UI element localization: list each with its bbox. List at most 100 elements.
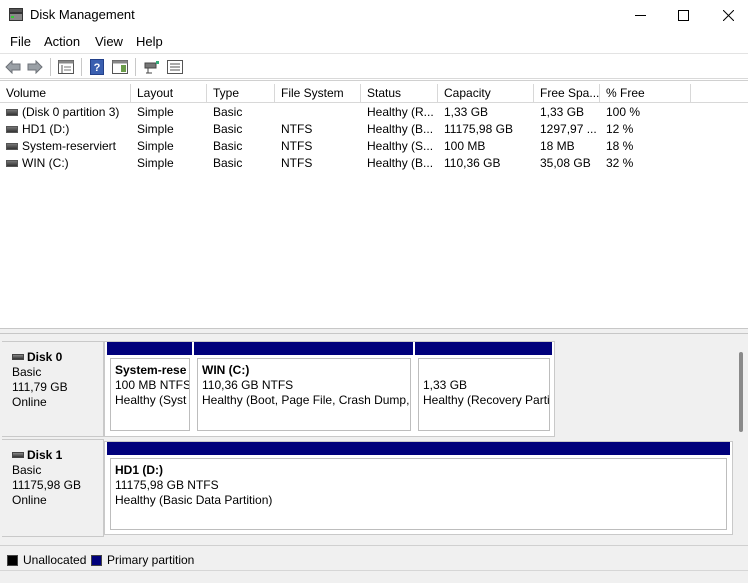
cell-type: Basic [213, 105, 243, 119]
cell-percent-free: 12 % [606, 122, 634, 136]
partition-title: HD1 (D:) [115, 463, 163, 477]
partition-title: WIN (C:) [202, 363, 250, 377]
window-title: Disk Management [30, 7, 135, 22]
cell-layout: Simple [137, 156, 174, 170]
table-row[interactable]: System-reserviert Simple Basic NTFS Heal… [0, 138, 748, 155]
cell-free-space: 18 MB [540, 139, 575, 153]
legend-unallocated-label: Unallocated [23, 553, 87, 567]
back-button[interactable] [3, 57, 23, 77]
column-header-capacity[interactable]: Capacity [438, 84, 534, 103]
legend-unallocated: Unallocated [7, 553, 86, 567]
list-header: Volume Layout Type File System Status Ca… [0, 84, 748, 103]
cell-volume: WIN (C:) [22, 156, 69, 170]
help-icon: ? [90, 59, 104, 75]
partition-body: 1,33 GB Healthy (Recovery Parti [418, 358, 550, 431]
cell-status: Healthy (B... [367, 122, 434, 136]
partition-system-reserved[interactable]: System-rese 100 MB NTFS Healthy (Syst [107, 342, 194, 436]
cell-capacity: 100 MB [444, 139, 486, 153]
volume-list[interactable]: Volume Layout Type File System Status Ca… [0, 80, 748, 328]
cell-type: Basic [213, 139, 243, 153]
disk-1-state: Online [12, 493, 47, 507]
partition-size: 100 MB NTFS [115, 378, 190, 392]
partition-body: System-rese 100 MB NTFS Healthy (Syst [110, 358, 190, 431]
cell-volume: HD1 (D:) [22, 122, 70, 136]
volume-icon [6, 143, 18, 150]
cell-capacity: 11175,98 GB [444, 122, 513, 136]
close-button[interactable] [705, 0, 748, 30]
list-view-button[interactable] [165, 57, 185, 77]
column-header-layout[interactable]: Layout [131, 84, 207, 103]
cell-file-system: NTFS [281, 139, 313, 153]
unallocated-swatch [7, 554, 18, 566]
partition-body: HD1 (D:) 11175,98 GB NTFS Healthy (Basic… [110, 458, 727, 530]
column-header-status[interactable]: Status [361, 84, 438, 103]
title-bar: Disk Management [0, 0, 748, 30]
partition-hd1-d[interactable]: HD1 (D:) 11175,98 GB NTFS Healthy (Basic… [107, 442, 732, 534]
cell-free-space: 1297,97 ... [540, 122, 597, 136]
table-row[interactable]: WIN (C:) Simple Basic NTFS Healthy (B...… [0, 155, 748, 172]
forward-button[interactable] [25, 57, 45, 77]
cell-status: Healthy (R... [367, 105, 434, 119]
cell-percent-free: 18 % [606, 139, 634, 153]
disk-1-label[interactable]: Disk 1 Basic 11175,98 GB Online [2, 439, 104, 537]
status-bar [0, 570, 748, 583]
toolbar: ? [0, 53, 748, 79]
menu-bar: File Action View Help [0, 30, 748, 52]
vertical-scrollbar[interactable] [739, 352, 743, 432]
partition-size: 11175,98 GB NTFS [115, 478, 219, 492]
cell-status: Healthy (B... [367, 156, 434, 170]
help-button[interactable]: ? [87, 57, 107, 77]
disk-0-type: Basic [12, 365, 42, 379]
column-header-free-space[interactable]: Free Spa... [534, 84, 600, 103]
menu-help[interactable]: Help [136, 34, 163, 49]
disk-0-label[interactable]: Disk 0 Basic 111,79 GB Online [2, 341, 104, 437]
cell-file-system: NTFS [281, 156, 313, 170]
show-hide-console-tree-button[interactable] [56, 57, 76, 77]
table-row[interactable]: HD1 (D:) Simple Basic NTFS Healthy (B...… [0, 121, 748, 138]
cell-percent-free: 32 % [606, 156, 634, 170]
disk-management-icon [9, 8, 23, 21]
disk-icon [12, 452, 24, 458]
volume-icon [6, 109, 18, 116]
cell-free-space: 1,33 GB [540, 105, 585, 119]
column-header-type[interactable]: Type [207, 84, 275, 103]
column-header-percent-free[interactable]: % Free [600, 84, 691, 103]
disk-0-name: Disk 0 [27, 350, 63, 364]
connect-button[interactable] [142, 57, 162, 77]
legend-primary-label: Primary partition [107, 553, 195, 567]
menu-file[interactable]: File [10, 34, 31, 49]
forward-arrow-icon [27, 60, 43, 74]
menu-view[interactable]: View [95, 34, 123, 49]
disk-1-type: Basic [12, 463, 42, 477]
disk-1-size: 11175,98 GB [12, 478, 81, 492]
partition-body: WIN (C:) 110,36 GB NTFS Healthy (Boot, P… [197, 358, 411, 431]
disk-0-size: 111,79 GB [12, 380, 68, 394]
partition-size: 110,36 GB NTFS [202, 378, 294, 392]
maximize-button[interactable] [660, 0, 706, 30]
disk-0-partitions: System-rese 100 MB NTFS Healthy (Syst WI… [104, 341, 555, 437]
column-header-volume[interactable]: Volume [0, 84, 131, 103]
table-row[interactable]: (Disk 0 partition 3) Simple Basic Health… [0, 104, 748, 121]
cell-layout: Simple [137, 122, 174, 136]
primary-partition-bar [415, 342, 552, 355]
cell-percent-free: 100 % [606, 105, 641, 119]
disk-0-title: Disk 0 [12, 350, 62, 364]
primary-partition-bar [107, 442, 730, 455]
minimize-button[interactable] [617, 0, 663, 30]
partition-recovery[interactable]: 1,33 GB Healthy (Recovery Parti [415, 342, 554, 436]
cell-free-space: 35,08 GB [540, 156, 591, 170]
close-icon [722, 9, 734, 21]
partition-status: Healthy (Basic Data Partition) [115, 493, 273, 507]
column-header-file-system[interactable]: File System [275, 84, 361, 103]
volume-icon [6, 160, 18, 167]
volume-icon [6, 126, 18, 133]
cell-volume: (Disk 0 partition 3) [22, 105, 120, 119]
svg-text:?: ? [94, 62, 101, 74]
disk-graphical-view: Disk 0 Basic 111,79 GB Online System-res… [0, 334, 748, 545]
cell-file-system: NTFS [281, 122, 313, 136]
show-hide-action-pane-button[interactable] [110, 57, 130, 77]
menu-action[interactable]: Action [44, 34, 80, 49]
cell-type: Basic [213, 156, 243, 170]
partition-win-c[interactable]: WIN (C:) 110,36 GB NTFS Healthy (Boot, P… [194, 342, 415, 436]
disk-1-partitions: HD1 (D:) 11175,98 GB NTFS Healthy (Basic… [104, 441, 733, 535]
